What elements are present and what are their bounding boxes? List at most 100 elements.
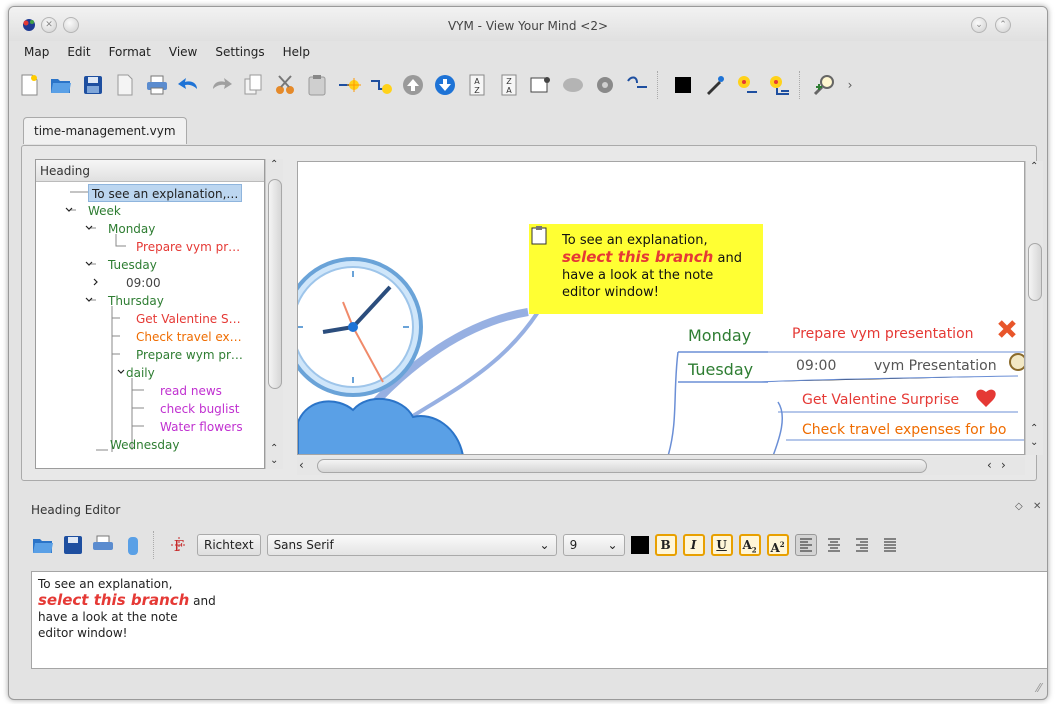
tab-time-management[interactable]: time-management.vym bbox=[23, 117, 187, 144]
map-horizontal-scrollbar[interactable]: ‹ ‹ › bbox=[297, 457, 1025, 475]
sort-az-icon[interactable]: AZ bbox=[463, 71, 491, 99]
open-icon[interactable] bbox=[47, 71, 75, 99]
align-center-icon[interactable] bbox=[823, 534, 845, 556]
print-icon[interactable] bbox=[91, 533, 115, 557]
bold-button[interactable]: B bbox=[654, 534, 677, 556]
align-right-icon[interactable] bbox=[851, 534, 873, 556]
branch-travel-expenses[interactable]: Check travel expenses for bo bbox=[802, 422, 1006, 438]
format-color-icon[interactable] bbox=[733, 71, 761, 99]
color-black-icon[interactable] bbox=[669, 71, 697, 99]
map-scroll-thumb-vertical[interactable] bbox=[1028, 243, 1042, 301]
richtext-toggle-button[interactable]: Richtext bbox=[197, 534, 261, 556]
fixed-font-icon[interactable]: F bbox=[167, 533, 191, 557]
italic-button[interactable]: I bbox=[682, 534, 705, 556]
mindmap-drawing bbox=[298, 224, 1024, 454]
toggle-scroll-icon[interactable] bbox=[559, 71, 587, 99]
branch-vym-presentation[interactable]: vym Presentation bbox=[874, 358, 997, 374]
map-scroll-thumb-horizontal[interactable] bbox=[317, 459, 927, 473]
tree-item-prepare-vym[interactable]: Prepare vym pr… bbox=[136, 238, 240, 256]
close-dock-icon[interactable]: ✕ bbox=[1033, 501, 1041, 512]
menu-help[interactable]: Help bbox=[274, 41, 319, 63]
undo-icon[interactable] bbox=[175, 71, 203, 99]
menu-view[interactable]: View bbox=[160, 41, 206, 63]
format-color-subtree-icon[interactable] bbox=[765, 71, 793, 99]
float-dock-icon[interactable]: ◇ bbox=[1015, 501, 1023, 512]
map-vertical-scrollbar[interactable]: ⌃ ⌃ ⌄ bbox=[1025, 161, 1043, 455]
save-icon[interactable] bbox=[79, 71, 107, 99]
new-map-icon[interactable] bbox=[15, 71, 43, 99]
pick-color-icon[interactable] bbox=[701, 71, 729, 99]
export-icon[interactable] bbox=[111, 71, 139, 99]
paste-icon[interactable] bbox=[303, 71, 331, 99]
branch-monday[interactable]: Monday bbox=[688, 326, 751, 345]
scroll-down-icon[interactable]: ⌄ bbox=[1030, 437, 1038, 448]
align-left-icon[interactable] bbox=[794, 534, 817, 556]
maximize-button[interactable]: ⌃ bbox=[995, 17, 1011, 33]
scroll-down-icon[interactable]: ⌄ bbox=[270, 455, 278, 466]
font-family-select[interactable]: Sans Serif ⌄ bbox=[266, 534, 557, 556]
font-size-select[interactable]: 9 ⌄ bbox=[562, 534, 625, 556]
branch-valentine[interactable]: Get Valentine Surprise bbox=[802, 392, 959, 408]
tree-item-daily[interactable]: daily bbox=[126, 364, 155, 382]
save-icon[interactable] bbox=[61, 533, 85, 557]
app-window: ✕ VYM - View Your Mind <2> ⌄ ⌃ Map Edit … bbox=[8, 6, 1048, 700]
add-branch-above-icon[interactable] bbox=[367, 71, 395, 99]
text-color-icon[interactable] bbox=[630, 536, 649, 554]
menu-map[interactable]: Map bbox=[15, 41, 58, 63]
align-justify-icon[interactable] bbox=[879, 534, 901, 556]
tree-item-travel[interactable]: Check travel ex… bbox=[136, 328, 242, 346]
tree-scrollbar[interactable]: ⌃ ⌃ ⌄ bbox=[265, 159, 283, 469]
tree-item-0900[interactable]: 09:00 bbox=[126, 274, 161, 292]
scroll-up-icon[interactable]: ⌃ bbox=[1030, 423, 1038, 434]
tree-item-thursday[interactable]: Thursday bbox=[108, 292, 164, 310]
scroll-right-icon[interactable]: › bbox=[1001, 458, 1006, 472]
scroll-left-icon[interactable]: ‹ bbox=[987, 458, 992, 472]
link-to-icon[interactable] bbox=[623, 71, 651, 99]
tree-item-valentine[interactable]: Get Valentine S… bbox=[136, 310, 241, 328]
open-icon[interactable] bbox=[31, 533, 55, 557]
branch-tuesday[interactable]: Tuesday bbox=[688, 360, 753, 379]
move-up-icon[interactable] bbox=[399, 71, 427, 99]
tree-item-check-buglist[interactable]: check buglist bbox=[160, 400, 239, 418]
delete-icon[interactable] bbox=[121, 533, 145, 557]
tree-item-wednesday[interactable]: Wednesday bbox=[110, 436, 179, 454]
tree-item-tuesday[interactable]: Tuesday bbox=[108, 256, 157, 274]
add-link-icon[interactable] bbox=[527, 71, 555, 99]
menu-settings[interactable]: Settings bbox=[206, 41, 273, 63]
tree-item-water-flowers[interactable]: Water flowers bbox=[160, 418, 243, 436]
tree-item-week[interactable]: Week bbox=[88, 202, 121, 220]
note-branch[interactable]: To see an explanation, select this branc… bbox=[562, 232, 742, 301]
sort-za-icon[interactable]: ZA bbox=[495, 71, 523, 99]
menu-format[interactable]: Format bbox=[100, 41, 160, 63]
resize-grip-icon[interactable]: ⁄⁄ bbox=[1037, 681, 1041, 695]
branch-0900[interactable]: 09:00 bbox=[796, 358, 836, 374]
cut-icon[interactable] bbox=[271, 71, 299, 99]
move-down-icon[interactable] bbox=[431, 71, 459, 99]
scroll-up-icon[interactable]: ⌃ bbox=[270, 443, 278, 454]
superscript-button[interactable]: A2 bbox=[766, 534, 789, 556]
heading-editor-textarea[interactable]: To see an explanation, select this branc… bbox=[31, 571, 1047, 669]
subscript-label: A bbox=[742, 538, 752, 552]
subscript-button[interactable]: A2 bbox=[738, 534, 761, 556]
tree-scroll-thumb[interactable] bbox=[268, 179, 282, 389]
print-icon[interactable] bbox=[143, 71, 171, 99]
tree-item-prepare-wym[interactable]: Prepare wym pr… bbox=[136, 346, 243, 364]
copy-icon[interactable] bbox=[239, 71, 267, 99]
scroll-up-icon[interactable]: ⌃ bbox=[1030, 161, 1038, 172]
zoom-icon[interactable] bbox=[811, 71, 839, 99]
scroll-up-icon[interactable]: ⌃ bbox=[270, 159, 278, 170]
editor-emphasis: select this branch bbox=[38, 591, 190, 609]
underline-button[interactable]: U bbox=[710, 534, 733, 556]
mindmap-canvas[interactable]: To see an explanation, select this branc… bbox=[297, 161, 1025, 455]
redo-icon[interactable] bbox=[207, 71, 235, 99]
add-branch-icon[interactable] bbox=[335, 71, 363, 99]
minimize-button[interactable]: ⌄ bbox=[971, 17, 987, 33]
toolbar-overflow-icon[interactable]: › bbox=[843, 71, 857, 99]
tree-item-explanation[interactable]: To see an explanation,… bbox=[88, 184, 243, 202]
hide-icon[interactable] bbox=[591, 71, 619, 99]
menu-edit[interactable]: Edit bbox=[58, 41, 99, 63]
scroll-left-icon[interactable]: ‹ bbox=[299, 458, 304, 472]
tree-item-monday[interactable]: Monday bbox=[108, 220, 155, 238]
tree-item-read-news[interactable]: read news bbox=[160, 382, 222, 400]
branch-prepare-presentation[interactable]: Prepare vym presentation bbox=[792, 326, 974, 342]
